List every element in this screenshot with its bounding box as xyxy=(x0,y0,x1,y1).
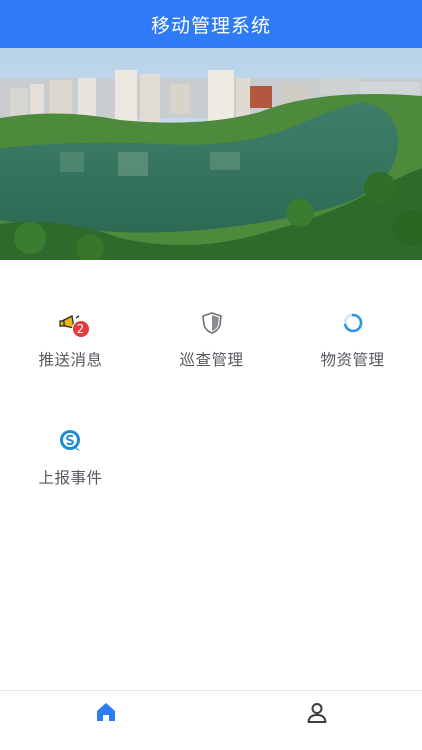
bottom-tab-bar xyxy=(0,690,422,750)
menu-push-messages[interactable]: 2 推送消息 xyxy=(0,260,141,370)
shield-icon xyxy=(201,312,222,334)
shield-icon-wrap xyxy=(197,308,227,338)
tab-home[interactable] xyxy=(0,691,211,750)
page-title: 移动管理系统 xyxy=(150,14,271,37)
loading-ring-icon-wrap xyxy=(338,308,368,338)
menu-supplies-management[interactable]: 物资管理 xyxy=(282,260,422,370)
menu-label: 推送消息 xyxy=(38,351,103,369)
city-river-photo xyxy=(0,48,422,260)
banner-image xyxy=(0,48,422,260)
report-s-icon-wrap xyxy=(56,426,86,456)
menu-label: 上报事件 xyxy=(38,469,103,487)
unread-badge: 2 xyxy=(71,320,90,338)
menu-patrol-management[interactable]: 巡查管理 xyxy=(141,260,282,370)
menu-label: 巡查管理 xyxy=(179,351,244,369)
user-icon xyxy=(307,703,326,723)
app-header: 移动管理系统 xyxy=(0,0,422,48)
megaphone-icon-wrap: 2 xyxy=(56,308,90,338)
loading-ring-icon xyxy=(343,313,362,333)
menu-label: 物资管理 xyxy=(320,351,385,369)
home-icon xyxy=(96,703,115,721)
report-s-icon xyxy=(59,430,80,451)
menu-report-event[interactable]: 上报事件 xyxy=(0,378,141,488)
tab-profile[interactable] xyxy=(211,691,422,750)
